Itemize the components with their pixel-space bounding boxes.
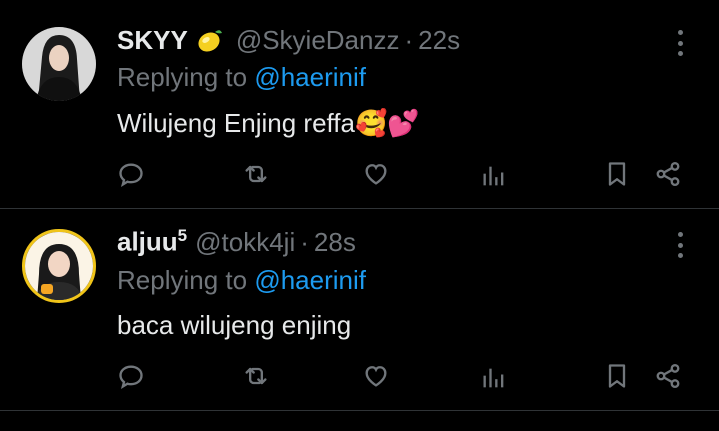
handle[interactable]: @tokk4ji <box>195 227 295 258</box>
mention-link[interactable]: @haerinif <box>254 265 366 295</box>
tweet-text: Wilujeng Enjing reffa🥰💕 <box>117 108 420 139</box>
replying-to-label: Replying to <box>117 265 248 295</box>
tweet-header: aljuu5 @tokk4ji · 28s <box>117 224 356 260</box>
like-icon[interactable] <box>359 359 393 393</box>
display-name-superscript: 5 <box>177 226 188 246</box>
share-icon[interactable] <box>651 157 685 191</box>
more-options-icon[interactable] <box>672 232 688 258</box>
handle[interactable]: @SkyieDanzz <box>236 25 400 56</box>
share-icon[interactable] <box>651 359 685 393</box>
divider <box>0 208 719 209</box>
replying-to-line: Replying to @haerinif <box>117 62 366 93</box>
replying-to-line: Replying to @haerinif <box>117 265 366 296</box>
lemon-icon <box>194 25 224 55</box>
tweet-text-content: baca wilujeng enjing <box>117 310 352 340</box>
display-name[interactable]: SKYY <box>117 25 188 56</box>
views-icon[interactable] <box>477 361 511 395</box>
display-name[interactable]: aljuu5 <box>117 226 187 258</box>
tweet-emojis: 🥰💕 <box>355 108 420 138</box>
reply-icon[interactable] <box>114 359 148 393</box>
retweet-icon[interactable] <box>239 359 273 393</box>
separator: · <box>300 226 309 257</box>
tweet-text: baca wilujeng enjing <box>117 310 351 341</box>
bookmark-icon[interactable] <box>600 359 634 393</box>
tweet-2[interactable]: aljuu5 @tokk4ji · 28s Replying to @haeri… <box>0 210 719 408</box>
timestamp[interactable]: 22s <box>418 25 460 56</box>
tweet-text-content: Wilujeng Enjing reffa <box>117 108 355 138</box>
more-options-icon[interactable] <box>672 30 688 56</box>
separator: · <box>404 24 414 55</box>
avatar-image <box>25 232 93 300</box>
mention-link[interactable]: @haerinif <box>254 62 366 92</box>
avatar[interactable] <box>22 27 96 101</box>
like-icon[interactable] <box>359 157 393 191</box>
replying-to-label: Replying to <box>117 62 248 92</box>
tweet-1[interactable]: SKYY @SkyieDanzz · 22s Replying to @haer… <box>0 0 719 208</box>
divider <box>0 410 719 411</box>
views-icon[interactable] <box>477 159 511 193</box>
retweet-icon[interactable] <box>239 157 273 191</box>
display-name-text: aljuu <box>117 226 178 257</box>
tweet-header: SKYY @SkyieDanzz · 22s <box>117 22 460 58</box>
reply-icon[interactable] <box>114 157 148 191</box>
timestamp[interactable]: 28s <box>314 227 356 258</box>
bookmark-icon[interactable] <box>600 157 634 191</box>
avatar[interactable] <box>22 229 96 303</box>
avatar-image <box>22 27 96 101</box>
